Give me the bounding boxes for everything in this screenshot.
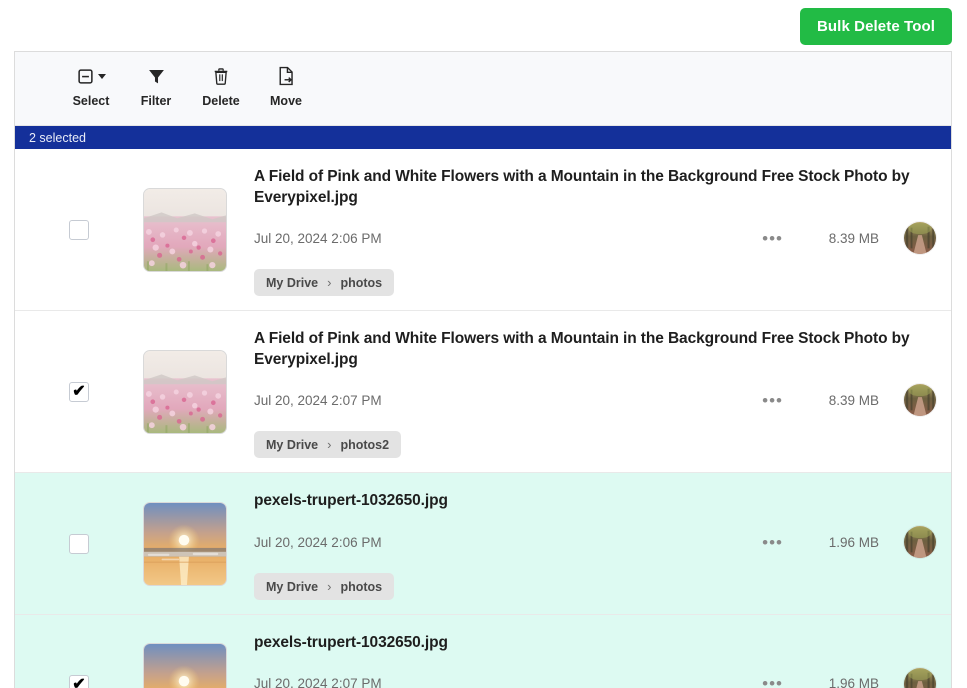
move-tool-label: Move bbox=[270, 94, 302, 108]
table-row[interactable]: ✔ bbox=[15, 615, 951, 688]
breadcrumb-folder: photos2 bbox=[340, 437, 390, 452]
file-list: ✔ bbox=[15, 149, 951, 688]
bulk-delete-tool-button[interactable]: Bulk Delete Tool bbox=[799, 8, 952, 45]
file-size: 1.96 MB bbox=[828, 534, 879, 550]
file-date: Jul 20, 2024 2:07 PM bbox=[254, 392, 382, 408]
file-meta-line: Jul 20, 2024 2:07 PM ••• 8.39 MB bbox=[254, 383, 937, 418]
selection-count-bar: 2 selected bbox=[15, 126, 951, 149]
owner-avatar[interactable] bbox=[903, 221, 937, 256]
move-tool-button[interactable]: Move bbox=[266, 63, 306, 108]
table-row[interactable]: ✔ bbox=[15, 311, 951, 474]
row-thumbnail-cell bbox=[143, 187, 233, 272]
file-name: A Field of Pink and White Flowers with a… bbox=[254, 168, 910, 206]
top-action-bar: Bulk Delete Tool bbox=[0, 0, 967, 53]
row-select-checkbox[interactable]: ✔ bbox=[69, 675, 89, 688]
row-thumbnail-cell bbox=[143, 501, 233, 586]
row-more-menu-button[interactable]: ••• bbox=[754, 534, 791, 551]
row-checkbox-cell: ✔ bbox=[15, 533, 143, 554]
action-toolbar: Select Filter Delete Move bbox=[15, 52, 951, 126]
selection-count-text: 2 selected bbox=[29, 130, 86, 145]
row-more-menu-button[interactable]: ••• bbox=[754, 392, 791, 409]
file-name: pexels-trupert-1032650.jpg bbox=[254, 634, 448, 652]
filter-tool-label: Filter bbox=[140, 94, 172, 108]
owner-avatar[interactable] bbox=[903, 666, 937, 688]
row-checkbox-cell: ✔ bbox=[15, 675, 143, 688]
beach-sunset-thumbnail[interactable] bbox=[143, 643, 227, 688]
row-more-menu-button[interactable]: ••• bbox=[754, 230, 791, 247]
breadcrumb-folder: photos bbox=[340, 579, 383, 594]
beach-sunset-thumbnail[interactable] bbox=[143, 501, 227, 586]
row-info-cell: A Field of Pink and White Flowers with a… bbox=[233, 163, 937, 297]
file-size: 8.39 MB bbox=[828, 230, 879, 246]
table-row[interactable]: ✔ bbox=[15, 149, 951, 312]
breadcrumb-root: My Drive bbox=[266, 579, 319, 594]
checkmark-icon: ✔ bbox=[72, 676, 86, 688]
row-thumbnail-cell bbox=[143, 349, 233, 434]
row-checkbox-cell: ✔ bbox=[15, 381, 143, 402]
row-select-checkbox[interactable]: ✔ bbox=[69, 533, 89, 554]
chevron-right-icon: › bbox=[327, 579, 332, 595]
row-more-menu-button[interactable]: ••• bbox=[754, 675, 791, 688]
filter-tool-button[interactable]: Filter bbox=[136, 63, 176, 108]
file-date: Jul 20, 2024 2:07 PM bbox=[254, 676, 382, 688]
file-name: pexels-trupert-1032650.jpg bbox=[254, 492, 448, 510]
file-meta-line: Jul 20, 2024 2:06 PM ••• 1.96 MB bbox=[254, 525, 937, 560]
checkmark-icon: ✔ bbox=[72, 382, 86, 400]
row-info-cell: A Field of Pink and White Flowers with a… bbox=[233, 325, 937, 459]
owner-avatar[interactable] bbox=[903, 525, 937, 560]
row-select-checkbox[interactable]: ✔ bbox=[69, 219, 89, 240]
row-thumbnail-cell bbox=[143, 643, 233, 688]
select-minus-square-icon bbox=[77, 63, 106, 89]
file-name: A Field of Pink and White Flowers with a… bbox=[254, 330, 910, 368]
breadcrumb-root: My Drive bbox=[266, 437, 319, 452]
pink-flower-field-thumbnail[interactable] bbox=[143, 349, 227, 434]
file-date: Jul 20, 2024 2:06 PM bbox=[254, 534, 382, 550]
file-size: 8.39 MB bbox=[828, 392, 879, 408]
funnel-icon bbox=[147, 63, 166, 89]
row-checkbox-cell: ✔ bbox=[15, 219, 143, 240]
trash-icon bbox=[212, 63, 230, 89]
breadcrumb-root: My Drive bbox=[266, 275, 319, 290]
row-select-checkbox[interactable]: ✔ bbox=[69, 381, 89, 402]
file-meta-line: Jul 20, 2024 2:07 PM ••• 1.96 MB bbox=[254, 666, 937, 688]
owner-avatar[interactable] bbox=[903, 383, 937, 418]
file-manager-panel: Select Filter Delete Move 2 selected A F… bbox=[14, 51, 952, 688]
chevron-right-icon: › bbox=[327, 437, 332, 453]
breadcrumb-folder: photos bbox=[340, 275, 383, 290]
file-move-icon bbox=[277, 63, 295, 89]
row-info-cell: pexels-trupert-1032650.jpg Jul 20, 2024 … bbox=[233, 487, 937, 601]
file-meta-line: Jul 20, 2024 2:06 PM ••• 8.39 MB bbox=[254, 221, 937, 256]
breadcrumb[interactable]: My Drive › photos2 bbox=[254, 431, 402, 459]
chevron-down-icon bbox=[97, 73, 106, 79]
breadcrumb[interactable]: My Drive › photos bbox=[254, 269, 395, 297]
file-date: Jul 20, 2024 2:06 PM bbox=[254, 230, 382, 246]
chevron-right-icon: › bbox=[327, 275, 332, 291]
pink-flower-field-thumbnail[interactable] bbox=[143, 187, 227, 272]
table-row[interactable]: ✔ bbox=[15, 473, 951, 616]
file-size: 1.96 MB bbox=[828, 676, 879, 688]
delete-tool-label: Delete bbox=[202, 94, 240, 108]
select-tool-label: Select bbox=[72, 94, 110, 108]
delete-tool-button[interactable]: Delete bbox=[201, 63, 241, 108]
select-tool-button[interactable]: Select bbox=[71, 63, 111, 108]
breadcrumb[interactable]: My Drive › photos bbox=[254, 573, 395, 601]
row-info-cell: pexels-trupert-1032650.jpg Jul 20, 2024 … bbox=[233, 629, 937, 688]
